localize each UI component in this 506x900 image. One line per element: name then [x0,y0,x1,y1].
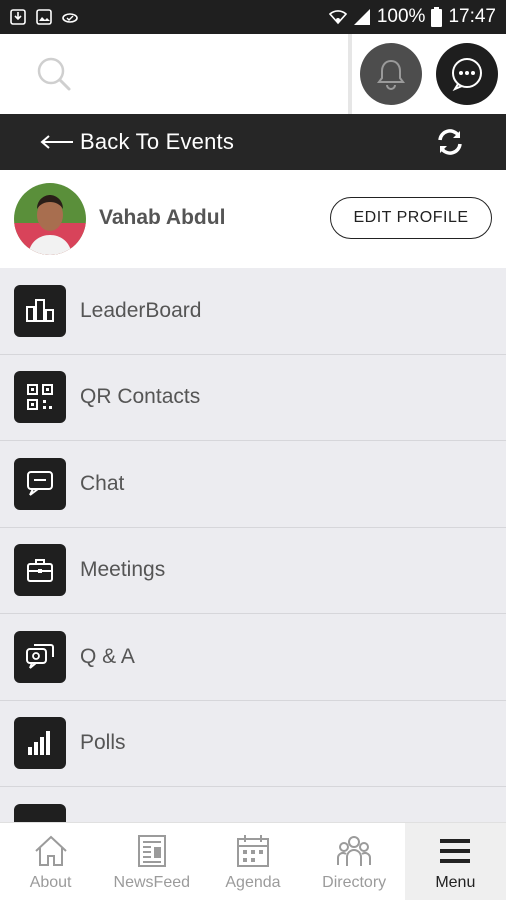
nav-newsfeed[interactable]: NewsFeed [101,823,202,900]
profile-row: Vahab Abdul EDIT PROFILE [0,170,506,268]
battery-percent: 100% [376,6,426,27]
menu-item-polls[interactable]: Polls [0,701,506,787]
bell-icon [377,59,405,90]
bottom-nav: About NewsFeed Agenda Directory Menu [0,822,506,900]
battery-icon [431,7,443,27]
refresh-icon[interactable] [436,128,464,156]
image-icon [36,9,52,25]
menu-item-label: Meetings [80,558,166,582]
nav-label: About [29,874,72,891]
profile-photo-icon [14,183,86,255]
menu-item-label: Chat [80,471,125,495]
top-header [0,34,506,114]
nav-directory[interactable]: Directory [304,823,405,900]
back-bar: Back To Events [0,114,506,170]
search-icon[interactable] [36,56,72,92]
avatar[interactable] [14,183,86,255]
people-icon [337,836,372,866]
messages-button[interactable] [436,43,498,105]
nav-agenda[interactable]: Agenda [202,823,303,900]
hamburger-icon [440,839,471,863]
status-system-info: 100% 17:47 [328,6,496,28]
menu-item-label: LeaderBoard [80,298,202,322]
menu-item-label: Polls [80,731,126,755]
menu-item-leaderboard[interactable]: LeaderBoard [0,268,506,355]
menu-item-qr-contacts[interactable]: QR Contacts [0,355,506,441]
menu-item-label: QR Contacts [80,385,201,409]
profile-name: Vahab Abdul [99,206,226,229]
back-to-events-link[interactable]: Back To Events [80,129,234,155]
chat-bubble-icon [452,58,482,92]
status-bar: 100% 17:47 [0,0,506,34]
nav-label: Menu [435,874,476,891]
nav-about[interactable]: About [0,823,101,900]
qr-code-icon [14,371,66,424]
newspaper-icon [137,835,166,867]
menu-item-qa[interactable]: Q & A [0,614,506,701]
nav-label: NewsFeed [113,874,191,891]
leaderboard-icon [14,284,66,337]
status-notification-icons [10,9,78,25]
wifi-icon [328,10,347,25]
bar-chart-icon [14,717,66,770]
menu-item-partial[interactable] [0,787,506,822]
nav-menu[interactable]: Menu [404,823,506,900]
notifications-button[interactable] [360,43,422,105]
chat-icon [14,457,66,510]
menu-item-chat[interactable]: Chat [0,441,506,528]
cloud-icon [62,13,78,23]
nav-label: Agenda [225,874,281,891]
calendar-icon [236,835,269,867]
edit-profile-button[interactable]: EDIT PROFILE [330,197,492,239]
clock: 17:47 [448,6,496,27]
home-icon [34,835,67,866]
menu-item-label: Q & A [80,644,135,668]
briefcase-icon [14,544,66,597]
signal-icon [353,9,370,25]
back-arrow-icon[interactable] [40,134,74,150]
qa-icon [14,630,66,683]
search-area[interactable] [0,34,352,114]
nav-label: Directory [322,874,387,891]
partial-menu-icon [14,803,66,822]
menu-list: LeaderBoard QR Contacts Chat Meetings Q … [0,268,506,822]
download-icon [10,9,26,25]
menu-item-meetings[interactable]: Meetings [0,528,506,614]
